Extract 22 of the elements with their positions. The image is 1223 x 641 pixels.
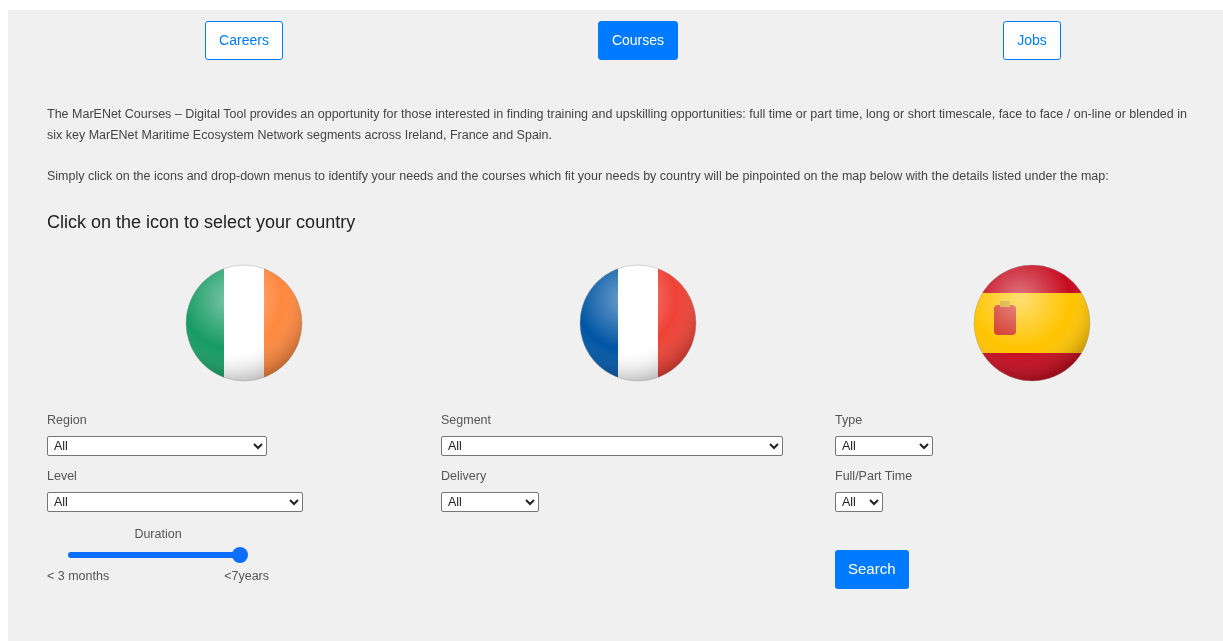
nav-button[interactable]: Careers	[205, 21, 283, 60]
field-label: Segment	[441, 413, 493, 428]
instructions-paragraph: Simply click on the icons and drop-down menus to identify your needs and the courses which fit your needs by country will be pinpointed on the map below with the details listed under the map:	[47, 168, 1110, 185]
dropdown[interactable]: All	[47, 492, 303, 512]
max-label: <7years	[224, 567, 269, 585]
field-label: Full/Part Time	[835, 469, 914, 484]
dropdown[interactable]: All	[441, 492, 539, 512]
search-button[interactable]: Search	[835, 550, 909, 589]
slider-label: Duration	[134, 527, 182, 541]
min-label: < 3 months	[47, 567, 110, 585]
nav-button[interactable]: Courses	[597, 21, 679, 60]
dropdown[interactable]: All	[835, 492, 883, 512]
field-label: Delivery	[441, 469, 488, 484]
dropdown[interactable]: All	[835, 436, 933, 456]
dropdown[interactable]: All	[441, 436, 783, 456]
section-heading: Click on the icon to select your country	[47, 211, 357, 234]
field-label: Level	[47, 469, 78, 484]
field-label: Region	[47, 413, 88, 428]
intro-paragraph: The MarENet Courses – Digital Tool provides an opportunity for those interested in finding training and upskilling opportunities: full time or part time, long or short timescale, face to face / on-line or blended in six key MarENet Maritime Ecosystem Network segments across Ireland, France and Spain.	[47, 106, 1188, 144]
field-label: Type	[835, 413, 864, 428]
nav-button[interactable]: Jobs	[1003, 21, 1061, 60]
dropdown[interactable]: All	[47, 436, 267, 456]
